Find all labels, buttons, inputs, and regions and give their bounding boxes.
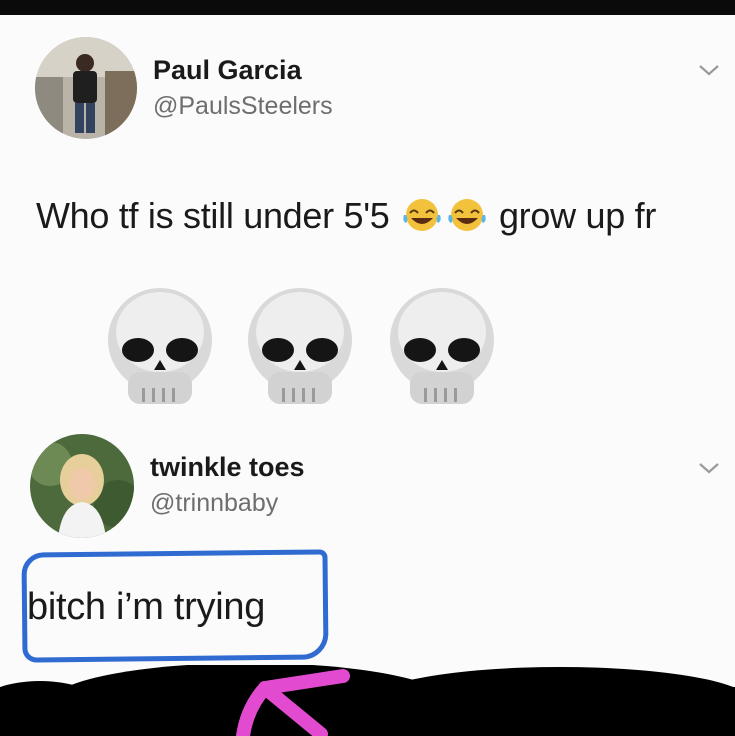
person-avatar-icon [30,434,134,538]
person-avatar-icon [35,37,137,139]
tweet-author-handle[interactable]: @PaulsSteelers [153,92,333,121]
tweet-text: Who tf is still under 5'5 grow up fr [36,186,716,246]
chevron-down-icon[interactable] [697,62,721,78]
redaction-scribble [0,665,735,736]
reply-author-handle[interactable]: @trinnbaby [150,489,278,518]
top-black-bar [0,0,735,15]
face-with-tears-of-joy-icon [403,199,441,231]
tweet-text-part1: Who tf is still under 5'5 [36,195,390,236]
avatar-twinkle-toes[interactable] [30,434,134,538]
chevron-down-icon[interactable] [697,460,721,476]
pink-arrow-icon [236,669,350,736]
skull-icon [108,288,212,404]
reply-text: bitch i’m trying [27,586,266,628]
tweet-author-name[interactable]: Paul Garcia [153,55,302,86]
tweet-text-part2: grow up fr [498,195,657,236]
skull-icon [390,288,494,404]
avatar-paul-garcia[interactable] [35,37,137,139]
face-with-tears-of-joy-icon [448,199,486,231]
skull-icon [248,288,352,404]
reply-author-name[interactable]: twinkle toes [150,452,305,483]
